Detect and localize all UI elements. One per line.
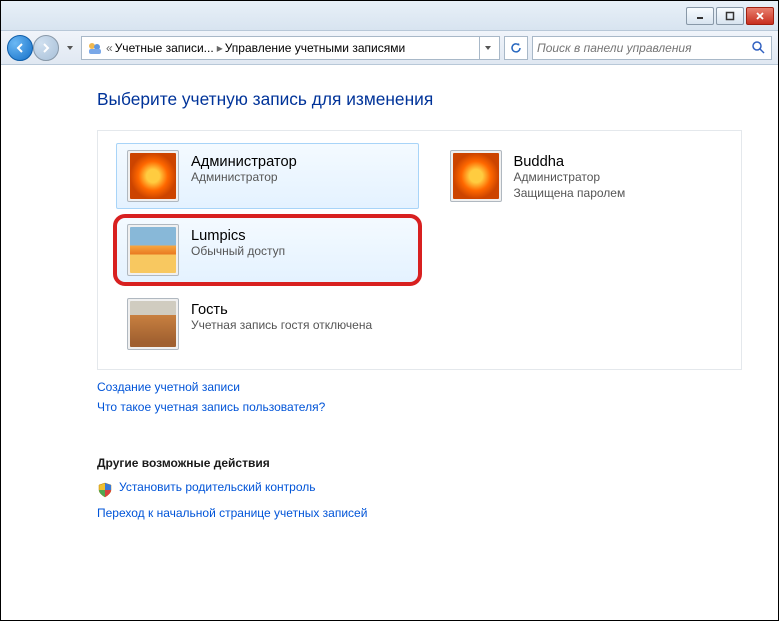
link-parental-control[interactable]: Установить родительский контроль	[119, 480, 316, 494]
search-input[interactable]	[537, 41, 751, 55]
search-icon	[751, 40, 767, 56]
shield-icon	[97, 482, 113, 498]
address-dropdown[interactable]	[479, 37, 495, 59]
account-info: Администратор Администратор	[191, 150, 297, 186]
link-accounts-mainpage[interactable]: Переход к начальной странице учетных зап…	[97, 506, 367, 520]
breadcrumb-root-chevron[interactable]: «	[106, 41, 113, 55]
refresh-button[interactable]	[504, 36, 528, 60]
account-status: Защищена паролем	[514, 186, 626, 202]
search-box[interactable]	[532, 36, 772, 60]
close-button[interactable]	[746, 7, 774, 25]
account-name: Buddha	[514, 154, 626, 170]
avatar	[127, 150, 179, 202]
account-name: Гость	[191, 302, 372, 318]
account-links: Создание учетной записи Что такое учетна…	[97, 380, 742, 420]
account-info: Гость Учетная запись гостя отключена	[191, 298, 372, 334]
link-create-account[interactable]: Создание учетной записи	[97, 380, 240, 394]
account-item-administrator[interactable]: Администратор Администратор	[116, 143, 419, 209]
breadcrumb-seg1-label: Учетные записи...	[115, 41, 214, 55]
account-info: Lumpics Обычный доступ	[191, 224, 285, 260]
page-title: Выберите учетную запись для изменения	[97, 89, 742, 110]
account-status: Учетная запись гостя отключена	[191, 318, 372, 334]
account-role: Обычный доступ	[191, 244, 285, 260]
back-button[interactable]	[7, 35, 33, 61]
link-what-is-account[interactable]: Что такое учетная запись пользователя?	[97, 400, 325, 414]
account-item-guest[interactable]: Гость Учетная запись гостя отключена	[116, 291, 419, 357]
user-accounts-icon	[86, 39, 104, 57]
accounts-grid: Администратор Администратор Buddha Админ…	[97, 130, 742, 370]
maximize-button[interactable]	[716, 7, 744, 25]
content-area: Выберите учетную запись для изменения Ад…	[1, 65, 778, 552]
breadcrumb-seg-accounts[interactable]: Учетные записи... ▸	[115, 41, 223, 55]
forward-button[interactable]	[33, 35, 59, 61]
other-actions-title: Другие возможные действия	[97, 456, 742, 470]
breadcrumb-seg2-label: Управление учетными записями	[225, 41, 405, 55]
account-name: Администратор	[191, 154, 297, 170]
account-info: Buddha Администратор Защищена паролем	[514, 150, 626, 201]
account-role: Администратор	[191, 170, 297, 186]
nav-history-dropdown[interactable]	[63, 36, 77, 60]
account-name: Lumpics	[191, 228, 285, 244]
avatar	[127, 224, 179, 276]
avatar	[127, 298, 179, 350]
account-role: Администратор	[514, 170, 626, 186]
account-item-buddha[interactable]: Buddha Администратор Защищена паролем	[439, 143, 742, 209]
window-titlebar	[1, 1, 778, 31]
address-breadcrumb[interactable]: « Учетные записи... ▸ Управление учетным…	[81, 36, 500, 60]
breadcrumb-seg-manage[interactable]: Управление учетными записями	[225, 41, 405, 55]
minimize-button[interactable]	[686, 7, 714, 25]
avatar	[450, 150, 502, 202]
other-actions: Другие возможные действия Установить род…	[97, 456, 742, 526]
chevron-right-icon: ▸	[217, 41, 223, 55]
navigation-bar: « Учетные записи... ▸ Управление учетным…	[1, 31, 778, 65]
account-item-lumpics[interactable]: Lumpics Обычный доступ	[116, 217, 419, 283]
